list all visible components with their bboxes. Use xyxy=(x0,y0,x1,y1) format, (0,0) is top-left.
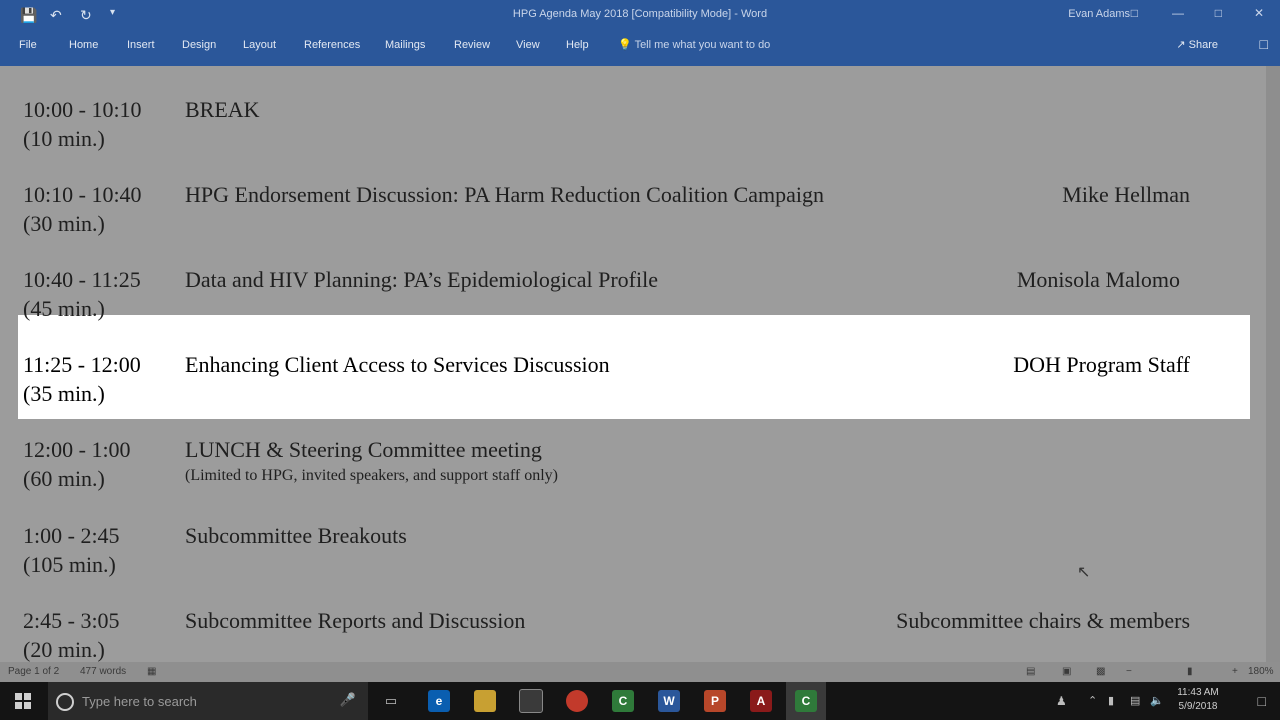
agenda-time: 10:10 - 10:40 (30 min.) xyxy=(23,182,142,236)
print-layout-icon[interactable]: ▣ xyxy=(1062,666,1071,677)
search-placeholder: Type here to search xyxy=(82,694,197,709)
zoom-level[interactable]: 180% xyxy=(1248,666,1274,677)
agenda-row: 10:40 - 11:25 (45 min.) Data and HIV Plan… xyxy=(0,265,1266,351)
clock-date: 5/9/2018 xyxy=(1178,701,1218,712)
word-icon[interactable]: W xyxy=(652,682,686,720)
agenda-topic: Data and HIV Planning: PA’s Epidemiologi… xyxy=(185,267,658,292)
store-icon[interactable] xyxy=(514,682,548,720)
camtasia-recorder-icon[interactable]: C xyxy=(786,682,826,720)
tab-review[interactable]: Review xyxy=(454,39,490,51)
acrobat-icon[interactable]: A xyxy=(744,682,778,720)
action-center-icon[interactable]: □ xyxy=(1258,693,1266,709)
tell-me-box[interactable]: 💡 Tell me what you want to do xyxy=(618,38,770,51)
agenda-row: 2:45 - 3:05 (20 min.) Subcommittee Report… xyxy=(0,606,1266,662)
status-bar: Page 1 of 2 477 words ▦ ▤ ▣ ▩ − ▮ + 180% xyxy=(0,662,1280,682)
web-layout-icon[interactable]: ▩ xyxy=(1096,666,1105,677)
agenda-topic: Subcommittee Reports and Discussion xyxy=(185,608,526,633)
camtasia-icon[interactable]: C xyxy=(606,682,640,720)
windows-start-icon[interactable] xyxy=(0,682,46,720)
battery-icon[interactable]: ▮ xyxy=(1108,694,1114,707)
agenda-row-highlighted: 11:25 - 12:00 (35 min.) Enhancing Client … xyxy=(0,350,1266,436)
agenda-row: 10:00 - 10:10 (10 min.) BREAK xyxy=(0,95,1266,181)
zoom-out-icon[interactable]: − xyxy=(1126,666,1132,677)
agenda-time: 10:40 - 11:25 (45 min.) xyxy=(23,267,141,321)
file-explorer-icon[interactable] xyxy=(468,682,502,720)
agenda-time: 12:00 - 1:00 (60 min.) xyxy=(23,437,131,491)
minimize-icon[interactable]: — xyxy=(1172,6,1184,20)
lightbulb-icon: 💡 xyxy=(618,39,632,51)
tab-file[interactable]: File xyxy=(19,39,37,51)
agenda-row: 12:00 - 1:00 (60 min.) LUNCH & Steering C… xyxy=(0,435,1266,521)
tell-me-text: Tell me what you want to do xyxy=(634,39,771,51)
ribbon-tabs: File Home Insert Design Layout Reference… xyxy=(0,36,1280,56)
taskbar-search[interactable]: Type here to search 🎤 xyxy=(48,682,368,720)
people-icon[interactable]: ♟ xyxy=(1056,694,1067,708)
powerpoint-icon[interactable]: P xyxy=(698,682,732,720)
ribbon: 💾 ↶ ↻ ▾ HPG Agenda May 2018 [Compatibili… xyxy=(0,0,1280,66)
mouse-pointer-icon: ↖ xyxy=(1077,564,1091,581)
agenda-topic: HPG Endorsement Discussion: PA Harm Redu… xyxy=(185,182,824,207)
vertical-scrollbar[interactable] xyxy=(1266,66,1280,662)
agenda-topic: LUNCH & Steering Committee meeting xyxy=(185,437,542,462)
quick-access-toolbar: 💾 ↶ ↻ ▾ HPG Agenda May 2018 [Compatibili… xyxy=(0,0,1280,30)
agenda-speaker: DOH Program Staff xyxy=(1013,352,1190,377)
agenda-speaker: Mike Hellman xyxy=(1062,182,1190,207)
page-count[interactable]: Page 1 of 2 xyxy=(8,666,59,677)
comments-icon[interactable]: □ xyxy=(1260,36,1268,52)
agenda-topic: Subcommittee Breakouts xyxy=(185,523,407,548)
tab-view[interactable]: View xyxy=(516,39,540,51)
maximize-icon[interactable]: □ xyxy=(1215,6,1222,20)
cortana-icon xyxy=(56,693,74,711)
taskbar: Type here to search 🎤 ▭ e C W P A C ♟ ⌃ … xyxy=(0,682,1280,720)
tab-mailings[interactable]: Mailings xyxy=(385,39,425,51)
agenda-topic: Enhancing Client Access to Services Disc… xyxy=(185,352,610,377)
read-mode-icon[interactable]: ▤ xyxy=(1026,666,1035,677)
edge-icon[interactable]: e xyxy=(422,682,456,720)
system-clock[interactable]: 11:43 AM 5/9/2018 xyxy=(1168,686,1228,714)
microphone-icon[interactable]: 🎤 xyxy=(340,692,356,708)
agenda-speaker: Monisola Malomo xyxy=(1016,267,1180,292)
document-page[interactable]: 10:00 - 10:10 (10 min.) BREAK 10:10 - 10:… xyxy=(0,66,1266,662)
tab-layout[interactable]: Layout xyxy=(243,39,276,51)
zoom-in-icon[interactable]: + xyxy=(1232,666,1238,677)
tab-insert[interactable]: Insert xyxy=(127,39,155,51)
agenda-time: 1:00 - 2:45 (105 min.) xyxy=(23,523,120,577)
tray-chevron-icon[interactable]: ⌃ xyxy=(1088,694,1097,707)
zoom-slider[interactable]: ▮ xyxy=(1187,666,1193,677)
chrome-icon[interactable] xyxy=(560,682,594,720)
network-icon[interactable]: ▤ xyxy=(1130,694,1140,707)
user-name[interactable]: Evan Adams xyxy=(1068,8,1130,20)
task-view-icon[interactable]: ▭ xyxy=(376,682,406,720)
proofing-icon[interactable]: ▦ xyxy=(147,666,156,677)
agenda-time: 2:45 - 3:05 (20 min.) xyxy=(23,608,120,662)
clock-time: 11:43 AM xyxy=(1177,687,1219,698)
tab-home[interactable]: Home xyxy=(69,39,98,51)
agenda-time: 11:25 - 12:00 (35 min.) xyxy=(23,352,141,406)
share-icon: ↗ xyxy=(1176,39,1186,51)
agenda-row: 10:10 - 10:40 (30 min.) HPG Endorsement D… xyxy=(0,180,1266,266)
agenda-note: (Limited to HPG, invited speakers, and s… xyxy=(185,467,558,484)
word-count[interactable]: 477 words xyxy=(80,666,126,677)
agenda-time: 10:00 - 10:10 (10 min.) xyxy=(23,97,142,151)
tab-design[interactable]: Design xyxy=(182,39,216,51)
tab-help[interactable]: Help xyxy=(566,39,589,51)
share-label: Share xyxy=(1188,39,1218,51)
ribbon-display-icon[interactable]: □ xyxy=(1131,6,1138,20)
close-icon[interactable]: ✕ xyxy=(1254,6,1264,20)
tab-references[interactable]: References xyxy=(304,39,360,51)
share-button[interactable]: ↗ Share xyxy=(1176,38,1218,51)
volume-icon[interactable]: 🔈 xyxy=(1150,694,1164,707)
agenda-topic: BREAK xyxy=(185,97,260,122)
agenda-speaker: Subcommittee chairs & members xyxy=(896,608,1190,633)
